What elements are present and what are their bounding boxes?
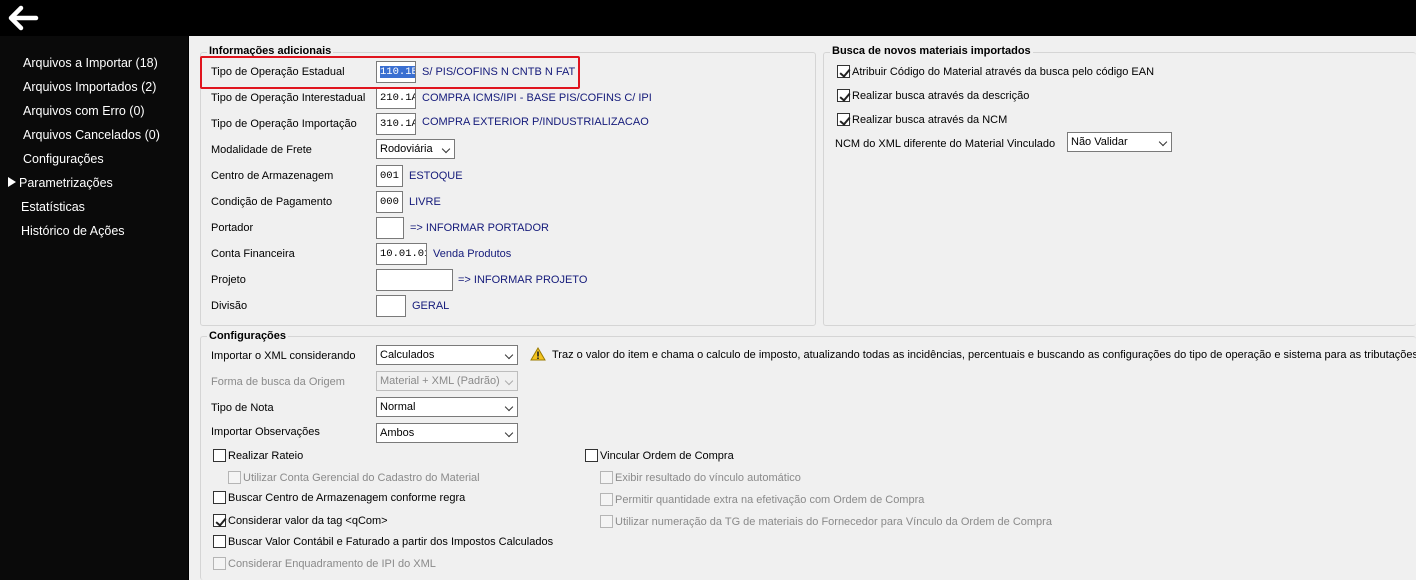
checkbox-unchecked-icon — [213, 449, 226, 462]
check-conta-gerencial[interactable]: Utilizar Conta Gerencial do Cadastro do … — [228, 471, 480, 484]
checkbox-checked-icon — [837, 65, 850, 78]
warning-text: Traz o valor do item e chama o calculo d… — [552, 349, 1416, 361]
centro-armazenagem-input[interactable]: 001 — [376, 165, 403, 187]
condicao-pagamento-desc: LIVRE — [409, 196, 441, 208]
ncm-diferente-label: NCM do XML diferente do Material Vincula… — [835, 138, 1056, 150]
check-label: Realizar busca através da descrição — [852, 89, 1030, 102]
forma-busca-origem-select[interactable]: Material + XML (Padrão) — [376, 371, 518, 391]
check-label: Realizar busca através da NCM — [852, 113, 1008, 126]
sidebar-item-arquivos-com-erro[interactable]: Arquivos com Erro (0) — [23, 104, 145, 118]
check-label: Exibir resultado do vínculo automático — [615, 471, 801, 484]
checkbox-unchecked-icon — [228, 471, 241, 484]
sidebar-item-parametrizacoes[interactable]: Parametrizações — [8, 176, 113, 190]
sidebar-item-arquivos-cancelados[interactable]: Arquivos Cancelados (0) — [23, 128, 160, 142]
config-group-title: Configurações — [207, 330, 289, 342]
tipo-operacao-interestadual-input[interactable]: 210.1A — [376, 87, 416, 109]
check-numeracao-tg[interactable]: Utilizar numeração da TG de materiais do… — [600, 515, 1052, 528]
modalidade-frete-label: Modalidade de Frete — [211, 144, 312, 156]
checkbox-unchecked-icon — [585, 449, 598, 462]
tipo-operacao-importacao-desc: COMPRA EXTERIOR P/INDUSTRIALIZACAO — [422, 116, 649, 128]
check-label: Buscar Centro de Armazenagem conforme re… — [228, 491, 466, 504]
condicao-pagamento-input[interactable]: 000 — [376, 191, 403, 213]
divisao-desc: GERAL — [412, 300, 450, 312]
tipo-operacao-interestadual-label: Tipo de Operação Interestadual — [211, 92, 366, 104]
checkbox-unchecked-icon — [600, 493, 613, 506]
check-label: Realizar Rateio — [228, 449, 304, 462]
importar-xml-label: Importar o XML considerando — [211, 350, 356, 362]
forma-busca-origem-label: Forma de busca da Origem — [211, 376, 345, 388]
check-label: Considerar valor da tag <qCom> — [228, 514, 388, 527]
tipo-operacao-estadual-input[interactable]: 110.1B — [376, 61, 416, 83]
info-group-title: Informações adicionais — [207, 45, 334, 57]
centro-armazenagem-desc: ESTOQUE — [409, 170, 463, 182]
sidebar-item-label: Parametrizações — [19, 176, 113, 190]
tipo-operacao-importacao-label: Tipo de Operação Importação — [211, 118, 357, 130]
check-label: Buscar Valor Contábil e Faturado a parti… — [228, 535, 554, 548]
projeto-desc: => INFORMAR PROJETO — [458, 274, 588, 286]
tipo-nota-select[interactable]: Normal — [376, 397, 518, 417]
importar-observacoes-select[interactable]: Ambos — [376, 423, 518, 443]
importar-xml-select[interactable]: Calculados — [376, 345, 518, 365]
check-label: Considerar Enquadramento de IPI do XML — [228, 557, 436, 570]
sidebar-item-arquivos-importados[interactable]: Arquivos Importados (2) — [23, 80, 156, 94]
checkbox-checked-icon — [837, 89, 850, 102]
busca-group-title: Busca de novos materiais importados — [830, 45, 1033, 57]
check-label: Utilizar Conta Gerencial do Cadastro do … — [243, 471, 480, 484]
tipo-operacao-estadual-label: Tipo de Operação Estadual — [211, 66, 345, 78]
checkbox-checked-icon — [213, 514, 226, 527]
sidebar-item-historico-de-acoes[interactable]: Histórico de Ações — [21, 224, 125, 238]
tipo-operacao-estadual-value: 110.1B — [380, 66, 416, 78]
sidebar: Arquivos a Importar (18) Arquivos Import… — [0, 36, 188, 580]
check-label: Utilizar numeração da TG de materiais do… — [615, 515, 1052, 528]
portador-input[interactable] — [376, 217, 404, 239]
condicao-pagamento-label: Condição de Pagamento — [211, 196, 333, 208]
conta-financeira-label: Conta Financeira — [211, 248, 295, 260]
check-label: Vincular Ordem de Compra — [600, 449, 734, 462]
centro-armazenagem-label: Centro de Armazenagem — [211, 170, 334, 182]
tipo-nota-label: Tipo de Nota — [211, 402, 274, 414]
projeto-input[interactable] — [376, 269, 453, 291]
sidebar-item-configuracoes[interactable]: Configurações — [23, 152, 104, 166]
top-bar — [0, 0, 1416, 36]
check-exibir-resultado-vinculo[interactable]: Exibir resultado do vínculo automático — [600, 471, 801, 484]
check-busca-ncm[interactable]: Realizar busca através da NCM — [837, 113, 1007, 126]
check-label: Permitir quantidade extra na efetivação … — [615, 493, 925, 506]
conta-financeira-input[interactable]: 10.01.01 — [376, 243, 427, 265]
tipo-operacao-interestadual-desc: COMPRA ICMS/IPI - BASE PIS/COFINS C/ IPI — [422, 92, 652, 104]
checkbox-unchecked-icon — [213, 535, 226, 548]
check-valor-contabil[interactable]: Buscar Valor Contábil e Faturado a parti… — [213, 535, 553, 548]
projeto-label: Projeto — [211, 274, 246, 286]
importar-observacoes-label: Importar Observações — [211, 426, 320, 438]
expand-arrow-icon — [8, 177, 16, 187]
checkbox-unchecked-icon — [600, 515, 613, 528]
divisao-input[interactable] — [376, 295, 406, 317]
portador-label: Portador — [211, 222, 254, 234]
check-atribuir-codigo-ean[interactable]: Atribuir Código do Material através da b… — [837, 65, 1154, 78]
checkbox-unchecked-icon — [600, 471, 613, 484]
checkbox-unchecked-icon — [213, 491, 226, 504]
check-vincular-ordem-compra[interactable]: Vincular Ordem de Compra — [585, 449, 734, 462]
warning-icon — [530, 347, 546, 361]
check-realizar-rateio[interactable]: Realizar Rateio — [213, 449, 303, 462]
sidebar-item-arquivos-a-importar[interactable]: Arquivos a Importar (18) — [23, 56, 158, 70]
tipo-operacao-estadual-desc: S/ PIS/COFINS N CNTB N FAT — [422, 66, 576, 78]
portador-desc: => INFORMAR PORTADOR — [410, 222, 549, 234]
check-considerar-qcom[interactable]: Considerar valor da tag <qCom> — [213, 514, 388, 527]
check-label: Atribuir Código do Material através da b… — [852, 65, 1155, 78]
sidebar-item-estatisticas[interactable]: Estatísticas — [21, 200, 85, 214]
conta-financeira-desc: Venda Produtos — [433, 248, 512, 260]
checkbox-checked-icon — [837, 113, 850, 126]
ncm-diferente-select[interactable]: Não Validar — [1067, 132, 1172, 152]
back-arrow-icon[interactable] — [6, 4, 40, 32]
check-quantidade-extra[interactable]: Permitir quantidade extra na efetivação … — [600, 493, 924, 506]
checkbox-unchecked-icon — [213, 557, 226, 570]
tipo-operacao-importacao-input[interactable]: 310.1A — [376, 113, 416, 135]
divisao-label: Divisão — [211, 300, 248, 312]
modalidade-frete-select[interactable]: Rodoviária — [376, 139, 455, 159]
check-enquadramento-ipi[interactable]: Considerar Enquadramento de IPI do XML — [213, 557, 436, 570]
check-centro-armazenagem-regra[interactable]: Buscar Centro de Armazenagem conforme re… — [213, 491, 465, 504]
check-busca-descricao[interactable]: Realizar busca através da descrição — [837, 89, 1029, 102]
